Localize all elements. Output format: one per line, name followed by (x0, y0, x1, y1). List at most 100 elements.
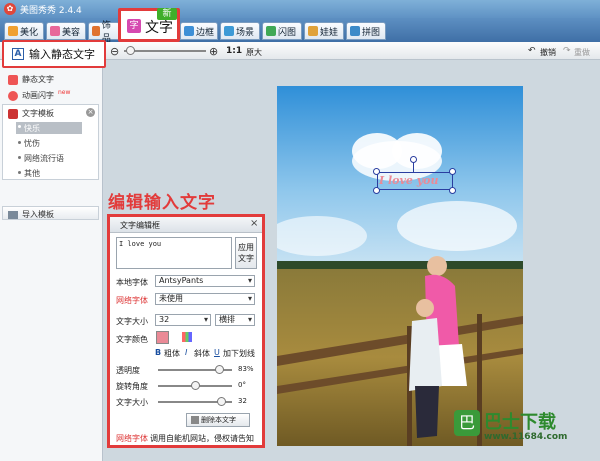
italic-toggle[interactable]: 斜体 (194, 348, 210, 359)
font-size-select[interactable]: 32 (155, 314, 211, 326)
photo-illustration (277, 86, 523, 446)
app-logo-icon: ✿ (4, 3, 16, 15)
main-tab-bar: 美化 美容 饰品 边框 场景 闪图 娃娃 拼图 (0, 18, 600, 44)
frame-icon (184, 26, 194, 36)
delete-text-button[interactable]: 删除本文字 (186, 413, 250, 427)
static-text-callout[interactable]: A 输入静态文字 (2, 40, 106, 68)
tab-flash[interactable]: 闪图 (262, 22, 302, 40)
import-icon (8, 210, 18, 219)
local-font-label: 本地字体 (116, 278, 148, 287)
photo-canvas[interactable]: I love you (277, 86, 523, 446)
accessory-icon (92, 26, 100, 36)
edit-text-annotation: 编辑输入文字 (108, 193, 216, 213)
resize-handle[interactable] (449, 168, 456, 175)
resize-handle[interactable] (373, 187, 380, 194)
dialog-title: 文字编辑框 (120, 221, 160, 230)
zoom-ratio: 1:1 (226, 46, 243, 56)
text-size-value: 32 (238, 397, 247, 405)
bold-toggle[interactable]: 粗体 (164, 348, 180, 359)
tab-text[interactable]: 字 文字 新 (118, 8, 180, 42)
animated-text-icon (8, 90, 18, 101)
tab-accessory[interactable]: 饰品 (88, 21, 120, 44)
delete-text-label: 删除本文字 (201, 416, 236, 424)
footer-web-font-label: 网络字体 (116, 434, 148, 443)
text-size-slider-knob[interactable] (217, 397, 226, 406)
tab-label: 美化 (20, 27, 39, 38)
tab-face[interactable]: 美容 (46, 22, 86, 40)
rotate-handle[interactable] (410, 156, 417, 163)
zoom-out-icon[interactable]: ⊖ (110, 45, 119, 58)
apply-text-button[interactable]: 应用文字 (235, 237, 257, 269)
web-font-label: 网络字体 (116, 296, 148, 305)
rotation-value: 0° (238, 381, 246, 389)
static-text-label: 静态文字 (22, 75, 54, 84)
rotation-slider-knob[interactable] (191, 381, 200, 390)
zoom-slider-track[interactable] (124, 50, 206, 52)
font-size-label: 文字大小 (116, 317, 148, 326)
bullet (18, 141, 21, 144)
undo-icon[interactable]: ↶ (528, 46, 536, 56)
redo-button[interactable]: 重做 (574, 47, 590, 58)
zoom-slider-knob[interactable] (126, 46, 135, 55)
color-palette-icon[interactable] (182, 332, 192, 342)
tab-scene[interactable]: 场景 (220, 22, 260, 40)
text-size-label: 文字大小 (116, 398, 148, 407)
close-icon[interactable]: × (250, 218, 258, 229)
tab-doll[interactable]: 娃娃 (304, 22, 344, 40)
opacity-slider-knob[interactable] (215, 365, 225, 374)
category-sad[interactable]: 忧伤 (24, 138, 40, 149)
flash-icon (266, 26, 276, 36)
photo-overlay-text[interactable]: I love you (379, 174, 438, 187)
collapse-icon[interactable]: × (86, 108, 95, 117)
title-bar: ✿ 美图秀秀 2.4.4 (0, 0, 600, 18)
new-badge: 新 (157, 8, 177, 20)
callout-label: 输入静态文字 (29, 48, 95, 61)
underline-icon[interactable]: U (214, 348, 220, 357)
opacity-label: 透明度 (116, 366, 140, 375)
undo-button[interactable]: 撤销 (540, 47, 556, 58)
orientation-select[interactable]: 横排 (215, 314, 255, 326)
bold-icon[interactable]: B (155, 348, 161, 357)
category-web-slang[interactable]: 网络流行语 (24, 153, 64, 164)
text-color-label: 文字颜色 (116, 335, 148, 344)
bullet (18, 156, 21, 159)
resize-handle[interactable] (449, 187, 456, 194)
left-sidebar: 静态文字 动画闪字 new 文字模板 × 快乐 忧伤 网络流行语 其他 导入模板 (0, 60, 103, 461)
text-color-swatch[interactable] (156, 331, 169, 344)
web-font-select[interactable]: 未使用 (155, 293, 255, 305)
app-title: 美图秀秀 2.4.4 (20, 6, 82, 16)
resize-handle[interactable] (373, 168, 380, 175)
tab-label: 闪图 (278, 27, 297, 38)
tab-beautify[interactable]: 美化 (4, 22, 44, 40)
redo-icon[interactable]: ↷ (563, 46, 571, 56)
static-text-icon (8, 74, 18, 85)
text-input[interactable]: I love you (116, 237, 232, 269)
underline-toggle[interactable]: 加下划线 (223, 348, 255, 359)
static-text-item[interactable]: 静态文字 (8, 74, 54, 85)
import-template-label: 导入模板 (22, 210, 54, 219)
watermark-url: www.11684.com (484, 432, 568, 442)
text-template-item[interactable]: 文字模板 (8, 108, 54, 119)
bullet (18, 125, 21, 128)
trash-icon (191, 416, 199, 424)
animated-text-item[interactable]: 动画闪字 new (8, 89, 71, 101)
beautify-icon (8, 26, 18, 36)
new-badge: new (58, 89, 71, 96)
face-icon (50, 26, 60, 36)
love-template-icon (8, 108, 18, 119)
category-other[interactable]: 其他 (24, 168, 40, 179)
text-template-label: 文字模板 (22, 109, 54, 118)
tab-label: 娃娃 (320, 27, 339, 38)
doll-icon (308, 26, 318, 36)
category-happy[interactable]: 快乐 (24, 123, 40, 134)
animated-text-label: 动画闪字 (22, 91, 54, 100)
original-size-button[interactable]: 原大 (246, 47, 262, 58)
italic-icon[interactable]: I (185, 348, 187, 357)
tab-frame[interactable]: 边框 (180, 22, 218, 40)
dialog-header: 文字编辑框 × (110, 217, 262, 233)
zoom-in-icon[interactable]: ⊕ (209, 45, 218, 58)
local-font-select[interactable]: AntsyPants (155, 275, 255, 287)
text-tab-icon: 字 (127, 19, 141, 33)
text-a-icon: A (12, 48, 24, 60)
tab-collage[interactable]: 拼图 (346, 22, 386, 40)
